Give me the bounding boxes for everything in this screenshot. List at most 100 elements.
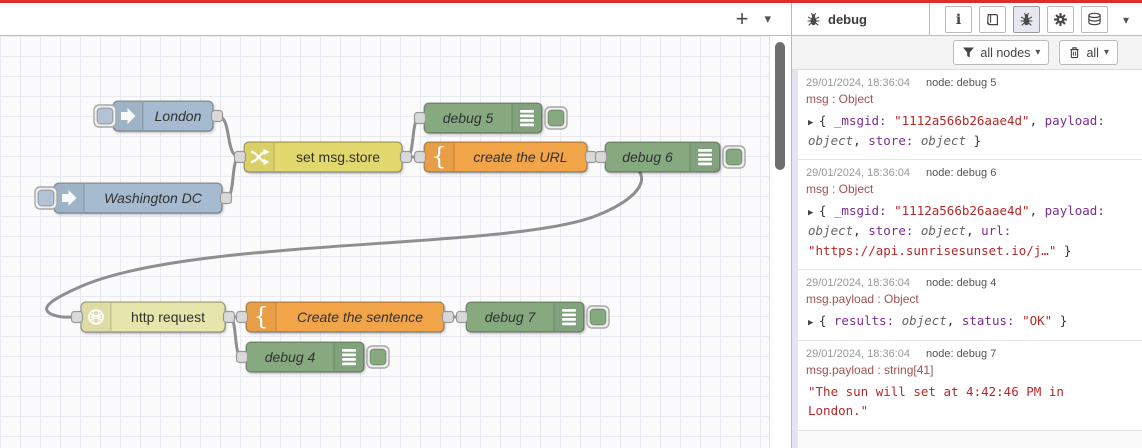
sidebar-tabbar: debug i ▾: [792, 3, 1142, 36]
svg-text:{: {: [431, 143, 446, 171]
http-node[interactable]: http request: [80, 301, 226, 333]
node-port[interactable]: [584, 150, 598, 164]
expand-arrow-icon[interactable]: ▶: [808, 118, 819, 128]
node-port[interactable]: [235, 350, 249, 364]
debug-message-meta: 29/01/2024, 18:36:04 node: debug 6: [806, 167, 1132, 179]
bug-icon: [807, 12, 820, 26]
node-red-app: + ▾ London Washington DC set msg.store debu…: [0, 0, 1142, 448]
message-payload[interactable]: ▶ { _msgid: "1112a566b26aae4d", payload:…: [806, 111, 1132, 150]
message-property-path: msg.payload : Object: [806, 292, 919, 306]
message-payload[interactable]: ▶ { results: object, status: "OK" }: [806, 311, 1132, 331]
sidebar: debug i ▾ all nodes ▾ all ▾ 29/01/2024, …: [792, 3, 1142, 448]
debug-message-meta: 29/01/2024, 18:36:04 node: debug 7: [806, 348, 1132, 360]
wire[interactable]: [45, 155, 644, 319]
source-node: node: debug 4: [925, 277, 997, 289]
node-port[interactable]: [219, 191, 233, 205]
sidebar-icon-buttons: i ▾: [945, 6, 1129, 33]
flow-editor: + ▾ London Washington DC set msg.store debu…: [0, 3, 791, 448]
node-label: debug 5: [443, 110, 494, 126]
canvas-scrollbar-track: [771, 36, 791, 448]
message-property-path: msg.payload : string[41]: [806, 362, 934, 377]
brace-icon: {: [253, 303, 268, 331]
timestamp: 29/01/2024, 18:36:04: [806, 167, 910, 180]
source-node: node: debug 5: [925, 77, 997, 89]
debug-toggle-button[interactable]: [544, 106, 568, 130]
debug6-node[interactable]: debug 6: [604, 141, 721, 173]
database-icon[interactable]: [1081, 6, 1108, 33]
debug5-node[interactable]: debug 5: [423, 102, 543, 134]
inject-button[interactable]: [93, 104, 117, 128]
canvas-vertical-scrollbar[interactable]: [775, 42, 785, 170]
node-port[interactable]: [210, 109, 224, 123]
debug-message[interactable]: 29/01/2024, 18:36:04 node: debug 4 msg.pay…: [798, 270, 1142, 341]
washington-node[interactable]: Washington DC: [53, 182, 223, 214]
debug-clear-label: all: [1086, 45, 1099, 60]
chevron-down-icon: ▾: [1035, 47, 1041, 58]
timestamp: 29/01/2024, 18:36:04: [806, 77, 910, 89]
debug7-node[interactable]: debug 7: [465, 301, 585, 333]
debug-toggle-button[interactable]: [722, 145, 746, 169]
flow-tabbar: + ▾: [0, 3, 791, 36]
node-label: create the URL: [473, 149, 567, 165]
node-port[interactable]: [441, 310, 455, 324]
timestamp: 29/01/2024, 18:36:04: [806, 347, 910, 360]
info-icon[interactable]: i: [945, 6, 972, 33]
node-port[interactable]: [233, 150, 247, 164]
message-property-path: msg : Object: [806, 182, 874, 197]
sidebar-menu-chevron-down-icon[interactable]: ▾: [1123, 13, 1129, 27]
node-port[interactable]: [594, 150, 608, 164]
node-port[interactable]: [399, 150, 413, 164]
expand-arrow-icon[interactable]: ▶: [808, 318, 819, 328]
funnel-icon: [963, 47, 975, 58]
inject-button[interactable]: [34, 186, 58, 210]
debug-message[interactable]: 29/01/2024, 18:36:04 node: debug 6 msg : O…: [798, 160, 1142, 270]
bug-icon[interactable]: [1013, 6, 1040, 33]
node-label: Create the sentence: [297, 309, 423, 325]
debug-message[interactable]: 29/01/2024, 18:36:04 node: debug 7 msg.pay…: [798, 340, 1142, 431]
gear-icon[interactable]: [1047, 6, 1074, 33]
brace-icon: {: [431, 143, 446, 171]
source-node: node: debug 7: [925, 347, 997, 360]
node-label: debug 4: [265, 349, 316, 365]
debug4-node[interactable]: debug 4: [245, 341, 365, 373]
set-node[interactable]: set msg.store: [243, 141, 403, 173]
createurl-node[interactable]: { create the URL: [423, 141, 588, 173]
message-property-path: msg : Object: [806, 92, 874, 106]
node-port[interactable]: [413, 111, 427, 125]
wire[interactable]: [215, 114, 242, 159]
wire[interactable]: [224, 155, 242, 200]
sentence-node[interactable]: { Create the sentence: [245, 301, 445, 333]
debug-toggle-button[interactable]: [586, 305, 610, 329]
add-flow-button[interactable]: +: [736, 8, 749, 30]
node-label: London: [155, 108, 202, 124]
node-port[interactable]: [235, 310, 249, 324]
node-label: http request: [131, 309, 205, 325]
node-port[interactable]: [222, 310, 236, 324]
flow-canvas[interactable]: London Washington DC set msg.store debug 5 {…: [0, 36, 770, 448]
timestamp: 29/01/2024, 18:36:04: [806, 277, 910, 289]
london-node[interactable]: London: [112, 100, 214, 132]
debug-message[interactable]: 29/01/2024, 18:36:04 node: debug 5 msg : O…: [798, 70, 1142, 161]
message-payload[interactable]: ▶ { _msgid: "1112a566b26aae4d", payload:…: [806, 201, 1132, 260]
trash-icon: [1070, 47, 1080, 59]
node-port[interactable]: [455, 310, 469, 324]
node-label: debug 6: [622, 149, 673, 165]
tab-debug-label: debug: [828, 11, 867, 27]
expand-arrow-icon[interactable]: ▶: [808, 208, 819, 218]
debug-clear-button[interactable]: all ▾: [1059, 40, 1118, 65]
source-node: node: debug 6: [925, 167, 997, 180]
debug-toggle-button[interactable]: [366, 345, 390, 369]
debug-message-meta: 29/01/2024, 18:36:04 node: debug 4: [806, 277, 1132, 289]
node-port[interactable]: [413, 150, 427, 164]
debug-message-meta: 29/01/2024, 18:36:04 node: debug 5: [806, 77, 1132, 89]
debug-filter-label: all nodes: [980, 45, 1031, 60]
svg-text:{: {: [253, 303, 268, 331]
tab-debug[interactable]: debug: [792, 3, 930, 35]
debug-filter-button[interactable]: all nodes ▾: [953, 40, 1050, 65]
book-icon[interactable]: [979, 6, 1006, 33]
node-port[interactable]: [70, 310, 84, 324]
message-payload[interactable]: "The sun will set at 4:42:46 PM in Londo…: [806, 382, 1132, 421]
chevron-down-icon: ▾: [1103, 47, 1109, 58]
flow-list-chevron-down-icon[interactable]: ▾: [764, 11, 771, 27]
debug-message-list[interactable]: 29/01/2024, 18:36:04 node: debug 5 msg : O…: [792, 70, 1142, 448]
